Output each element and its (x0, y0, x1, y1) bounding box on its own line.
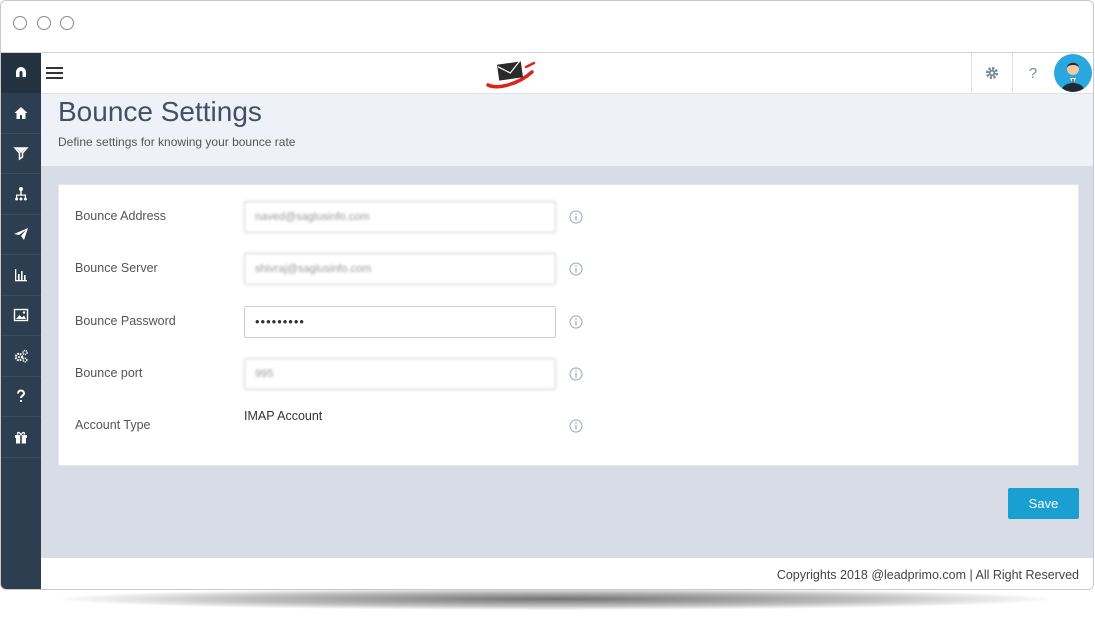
bounce-settings-form: Bounce Address naved@saglusinfo.com Boun… (58, 184, 1079, 466)
user-avatar-icon (1061, 62, 1085, 92)
window-titlebar (1, 1, 1093, 53)
window-shadow (60, 588, 1050, 610)
window-minimize-button[interactable] (37, 16, 51, 30)
info-icon[interactable] (569, 262, 583, 276)
footer: Copyrights 2018 @leadprimo.com | All Rig… (41, 558, 1093, 589)
funnel-icon (13, 147, 29, 161)
home-icon (14, 106, 28, 119)
bounce-server-row: Bounce Server shivraj@saglusinfo.com (59, 253, 1078, 285)
help-button[interactable]: ? (1012, 53, 1053, 93)
browser-window: ? Bounce Settings Define settings for kn… (0, 0, 1094, 590)
question-icon (17, 389, 26, 403)
window-close-button[interactable] (13, 16, 27, 30)
sidebar-item-reports[interactable] (1, 255, 41, 296)
page-title: Bounce Settings (58, 96, 262, 127)
account-type-label: Account Type (75, 418, 151, 432)
sidebar-item-help[interactable] (1, 377, 41, 417)
sidebar-item-images[interactable] (1, 296, 41, 336)
page-subtitle: Define settings for knowing your bounce … (58, 135, 296, 149)
info-icon[interactable] (569, 419, 583, 433)
bounce-address-label: Bounce Address (75, 209, 167, 223)
bounce-password-input[interactable]: ••••••••• (244, 306, 556, 338)
sidebar-item-home[interactable] (1, 93, 41, 134)
window-maximize-button[interactable] (60, 16, 74, 30)
org-chart-icon (15, 186, 27, 201)
sidebar-item-gift[interactable] (1, 417, 41, 458)
main-content: Bounce Address naved@saglusinfo.com Boun… (41, 166, 1093, 558)
footer-copyright: Copyrights 2018 @leadprimo.com | All Rig… (776, 568, 1079, 582)
bounce-server-label: Bounce Server (75, 261, 158, 275)
bounce-address-input[interactable]: naved@saglusinfo.com (244, 201, 556, 233)
bounce-port-row: Bounce port 995 (59, 358, 1078, 390)
settings-button[interactable] (971, 53, 1012, 93)
help-label: ? (1028, 64, 1038, 82)
account-type-row: Account Type IMAP Account (59, 409, 1078, 442)
magnet-icon (16, 67, 26, 79)
gears-icon (14, 349, 28, 363)
account-type-value: IMAP Account (244, 409, 323, 423)
page-header: Bounce Settings Define settings for know… (41, 94, 1093, 166)
sidebar-item-settings[interactable] (1, 336, 41, 377)
bounce-port-label: Bounce port (75, 366, 143, 380)
bounce-address-row: Bounce Address naved@saglusinfo.com (59, 201, 1078, 233)
sidebar (1, 53, 41, 589)
brand-logo[interactable] (486, 59, 536, 89)
paper-plane-icon (14, 228, 28, 241)
sidebar-item-campaigns[interactable] (1, 215, 41, 255)
user-avatar-button[interactable] (1053, 53, 1093, 93)
bounce-port-input[interactable]: 995 (244, 358, 556, 390)
save-button[interactable]: Save (1008, 488, 1079, 519)
bar-chart-icon (15, 268, 27, 282)
sidebar-item-funnel[interactable] (1, 134, 41, 174)
gear-icon (985, 66, 999, 80)
sidebar-item-org-chart[interactable] (1, 174, 41, 215)
bounce-server-input[interactable]: shivraj@saglusinfo.com (244, 253, 556, 285)
bounce-password-row: Bounce Password ••••••••• (59, 306, 1078, 338)
info-icon[interactable] (569, 367, 583, 381)
hamburger-menu-icon[interactable] (46, 67, 63, 79)
info-icon[interactable] (569, 315, 583, 329)
sidebar-logo[interactable] (1, 53, 41, 93)
gift-icon (15, 431, 27, 444)
image-icon (13, 309, 29, 322)
bounce-password-label: Bounce Password (75, 314, 176, 328)
info-icon[interactable] (569, 210, 583, 224)
top-navbar: ? (41, 53, 1093, 94)
